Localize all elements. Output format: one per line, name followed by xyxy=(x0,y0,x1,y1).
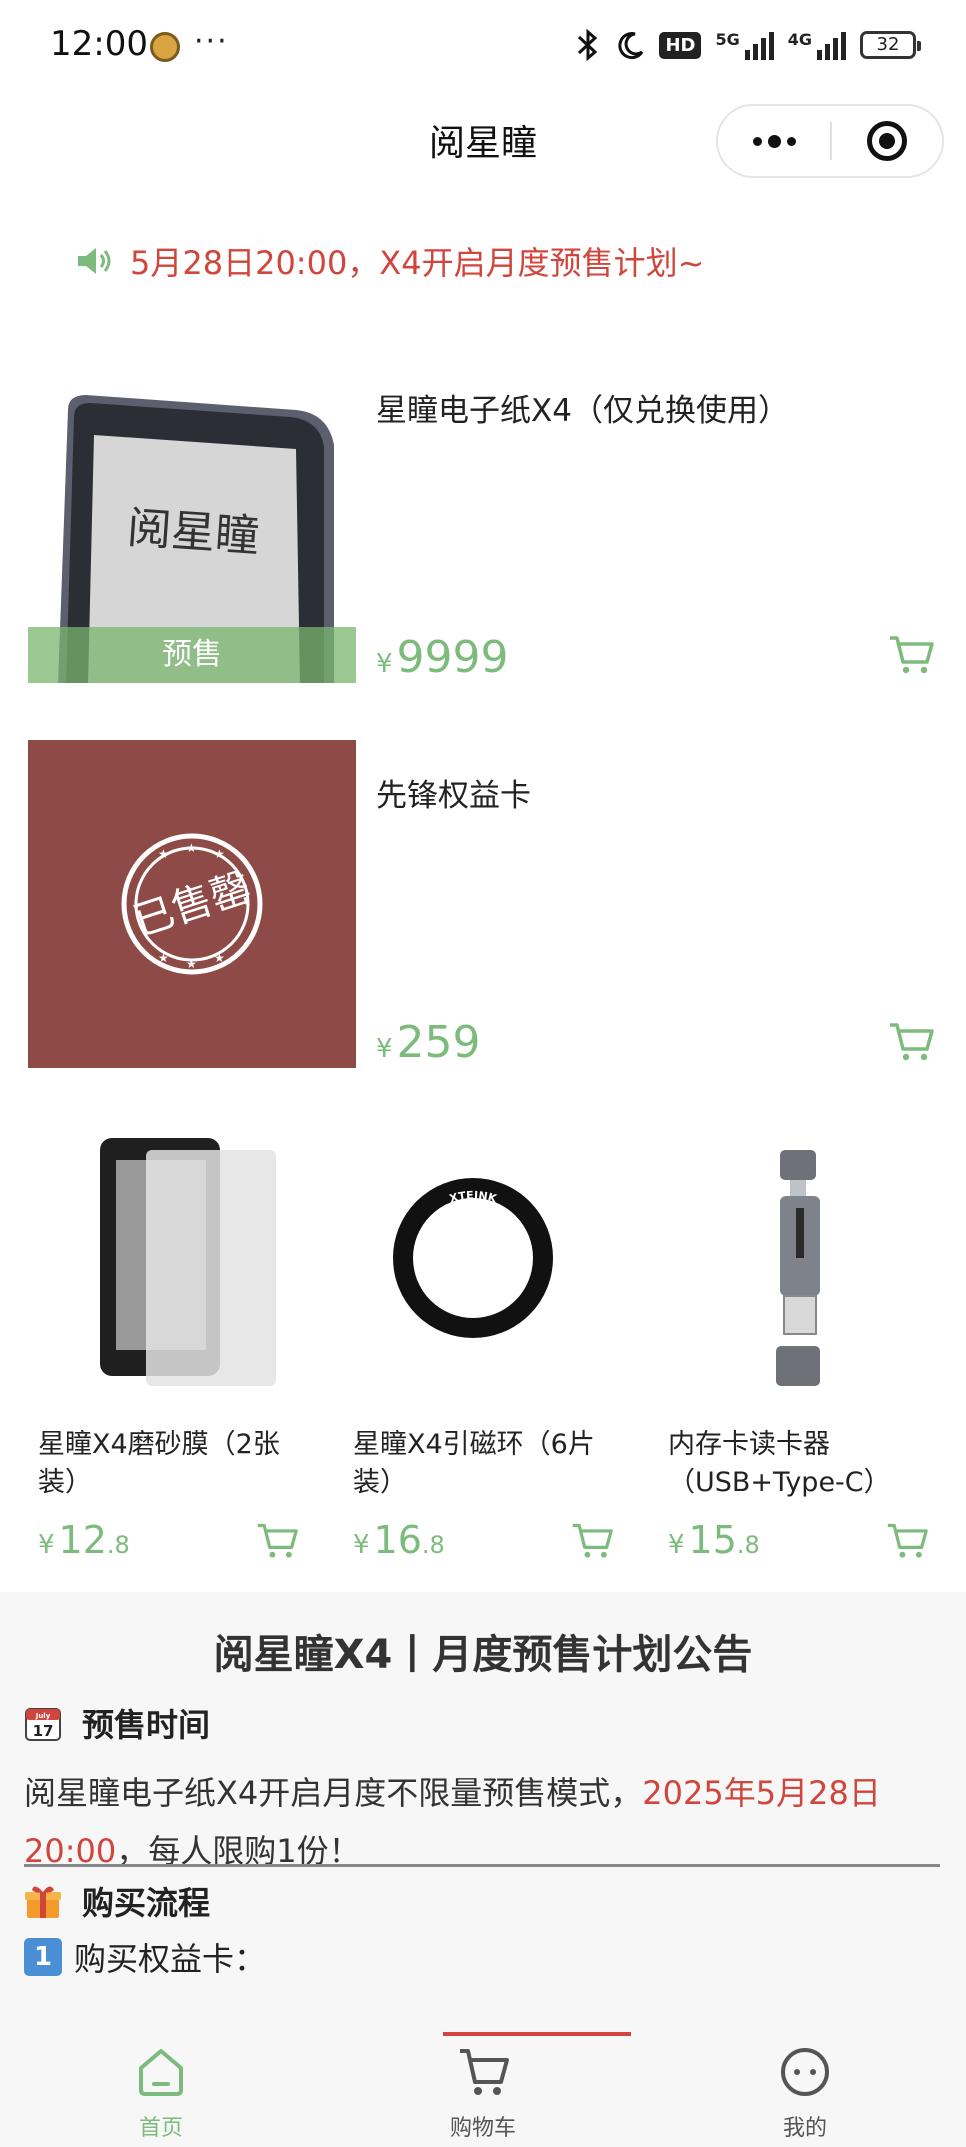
product-price: ¥12.8 xyxy=(38,1518,130,1562)
tab-active-indicator xyxy=(443,2032,631,2036)
tab-mine[interactable]: 我的 xyxy=(705,2046,905,2142)
accessory-card-ring[interactable]: XTEINK 星瞳X4引磁环（6片装） ¥16.8 xyxy=(343,1118,643,1578)
app-notification-icon xyxy=(150,32,180,62)
product-card-pioneer[interactable]: ★ ★ ★ ★ ★ ★ 已售罄 先锋权益卡 ¥259 xyxy=(28,740,938,1068)
accessory-card-reader[interactable]: 内存卡读卡器（USB+Type-C） ¥15.8 xyxy=(658,1118,958,1578)
section-title: 预售时间 xyxy=(82,1706,211,1744)
add-to-cart-icon[interactable] xyxy=(886,1522,928,1560)
moon-icon xyxy=(618,32,644,60)
product-image-x4: 阅星瞳 预售 xyxy=(28,355,356,683)
section-presale-time: July 17 预售时间 xyxy=(24,1700,210,1746)
accessory-card-film[interactable]: 星瞳X4磨砂膜（2张装） ¥12.8 xyxy=(28,1118,328,1578)
tab-home[interactable]: 首页 xyxy=(61,2046,261,2142)
svg-text:★: ★ xyxy=(186,957,197,971)
bottom-tab-bar: 首页 购物车 我的 xyxy=(0,2032,966,2147)
svg-text:★: ★ xyxy=(214,951,225,965)
gift-icon xyxy=(25,1886,61,1918)
announcement-panel: 阅星瞳X4丨月度预售计划公告 July 17 预售时间 阅星瞳电子纸X4开启月度… xyxy=(0,1592,966,2032)
svg-text:★: ★ xyxy=(158,951,169,965)
product-name[interactable]: 星瞳电子纸X4（仅兑换使用） xyxy=(376,385,789,430)
signal-4g-icon: 4G xyxy=(788,30,846,60)
section-title: 购买流程 xyxy=(82,1884,211,1922)
mini-program-capsule xyxy=(716,104,944,178)
presale-badge: 预售 xyxy=(28,627,356,683)
signal-5g-icon: 5G xyxy=(715,30,774,60)
target-icon xyxy=(867,121,907,161)
svg-text:July: July xyxy=(35,1712,51,1720)
svg-text:17: 17 xyxy=(33,1722,54,1740)
presale-description: 阅星瞳电子纸X4开启月度不限量预售模式，2025年5月28日20:00，每人限购… xyxy=(24,1774,881,1870)
step-text: 购买权益卡： xyxy=(74,1940,267,1978)
step-number-badge: 1 xyxy=(24,1938,62,1976)
profile-icon xyxy=(781,2048,829,2096)
product-image-ring: XTEINK xyxy=(343,1118,643,1396)
cart-icon xyxy=(460,2049,509,2095)
home-icon xyxy=(139,2049,183,2096)
notice-text: 5月28日20:00，X4开启月度预售计划~ xyxy=(130,244,705,282)
svg-text:阅星瞳: 阅星瞳 xyxy=(126,502,261,562)
svg-text:★: ★ xyxy=(186,841,197,855)
section-purchase-flow: 购买流程 xyxy=(24,1878,210,1924)
tab-label: 首页 xyxy=(138,2116,183,2141)
product-image-film xyxy=(28,1118,328,1396)
announcement-title: 阅星瞳X4丨月度预售计划公告 xyxy=(213,1632,753,1678)
tab-cart[interactable]: 购物车 xyxy=(383,2046,583,2142)
status-more-indicator: ··· xyxy=(194,24,229,59)
purchase-step-1: 1 购买权益卡： xyxy=(24,1934,266,1980)
svg-text:★: ★ xyxy=(214,847,225,861)
product-price: ¥15.8 xyxy=(668,1518,760,1562)
tab-label: 我的 xyxy=(782,2116,827,2141)
product-name[interactable]: 内存卡读卡器（USB+Type-C） xyxy=(668,1426,938,1502)
product-image-reader xyxy=(658,1118,958,1396)
status-bar: 12:00 ··· HD 5G 4G 32 xyxy=(0,0,966,92)
product-name[interactable]: 星瞳X4引磁环（6片装） xyxy=(353,1426,623,1502)
status-time: 12:00 xyxy=(50,24,148,64)
add-to-cart-icon[interactable] xyxy=(571,1522,613,1560)
svg-text:★: ★ xyxy=(158,847,169,861)
more-menu-button[interactable] xyxy=(718,106,830,176)
add-to-cart-icon[interactable] xyxy=(888,635,934,675)
calendar-icon: July 17 xyxy=(25,1708,61,1741)
product-price: ¥16.8 xyxy=(353,1518,445,1562)
battery-icon: 32 xyxy=(860,31,921,59)
close-miniprogram-button[interactable] xyxy=(832,106,942,176)
add-to-cart-icon[interactable] xyxy=(256,1522,298,1560)
product-image-pioneer: ★ ★ ★ ★ ★ ★ 已售罄 xyxy=(28,740,356,1068)
bluetooth-icon xyxy=(578,28,598,62)
product-name[interactable]: 先锋权益卡 xyxy=(376,770,531,815)
divider xyxy=(24,1864,940,1867)
hd-icon: HD xyxy=(659,31,702,59)
sold-out-stamp: 已售罄 xyxy=(128,865,256,946)
product-price: ¥259 xyxy=(376,1017,481,1068)
product-name[interactable]: 星瞳X4磨砂膜（2张装） xyxy=(38,1426,308,1502)
svg-text:XTEINK: XTEINK xyxy=(448,1189,498,1206)
product-card-x4[interactable]: 阅星瞳 预售 星瞳电子纸X4（仅兑换使用） ¥9999 xyxy=(28,355,938,683)
status-icons: HD 5G 4G 32 xyxy=(575,28,921,62)
add-to-cart-icon[interactable] xyxy=(888,1022,934,1062)
notice-bar[interactable]: 5月28日20:00，X4开启月度预售计划~ xyxy=(76,238,704,284)
speaker-icon xyxy=(78,248,111,274)
product-price: ¥9999 xyxy=(376,632,509,683)
tab-label: 购物车 xyxy=(449,2116,516,2141)
